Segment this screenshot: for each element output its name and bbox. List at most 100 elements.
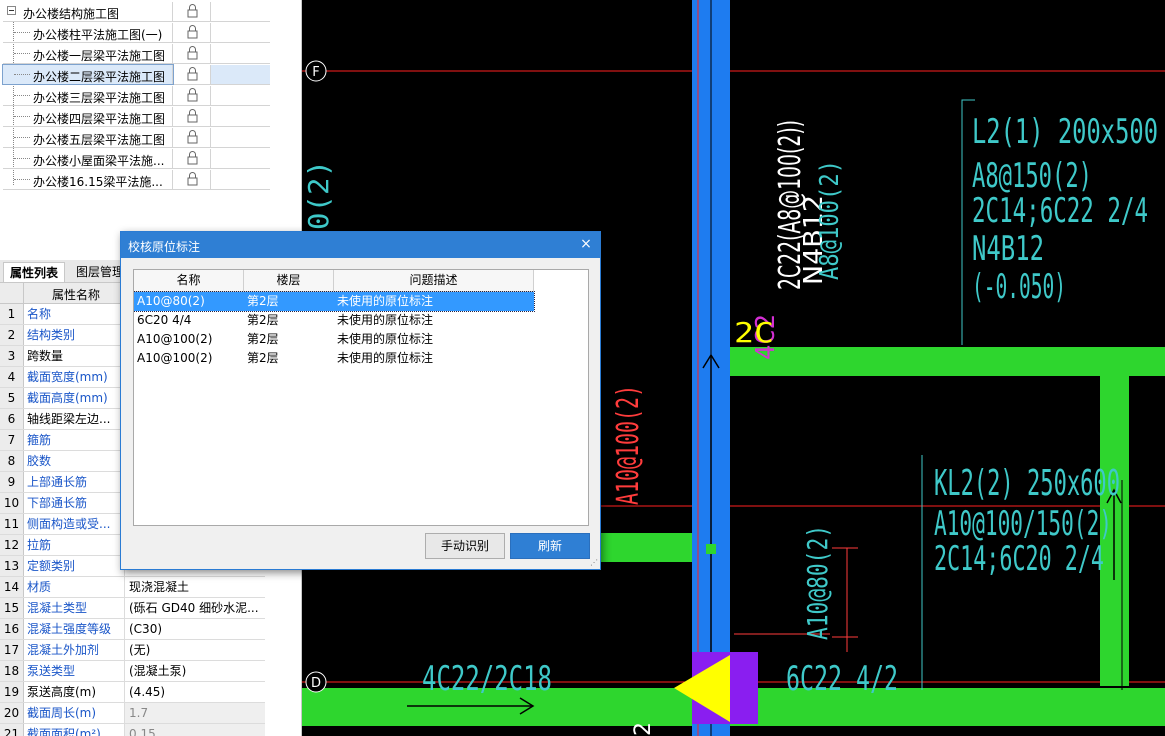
property-row[interactable]: 17 混凝土外加剂 (无): [0, 640, 265, 661]
lock-icon[interactable]: [173, 44, 211, 63]
tree-item[interactable]: 办公楼柱平法施工图(一): [3, 23, 270, 43]
property-value[interactable]: 0.15: [124, 724, 265, 736]
lock-icon[interactable]: [173, 2, 211, 21]
property-value[interactable]: (C30): [124, 619, 265, 639]
property-name: 结构类别: [27, 328, 76, 342]
property-name: 定额类别: [27, 559, 76, 573]
tree-item[interactable]: 办公楼四层梁平法施工图: [3, 107, 270, 127]
tree-item-label: 办公楼柱平法施工图(一): [33, 28, 163, 42]
column-header-name[interactable]: 名称: [134, 270, 244, 291]
property-name: 截面面积(m²): [27, 727, 101, 736]
tree-cell: [211, 86, 270, 105]
vertical-a10-80-text: A10@80(2): [801, 525, 834, 640]
property-row-number: 3: [0, 346, 24, 366]
property-row-number: 21: [0, 724, 24, 736]
property-row-number: 2: [0, 325, 24, 345]
property-row[interactable]: 20 截面周长(m) 1.7: [0, 703, 265, 724]
table-header: 名称 楼层 问题描述: [134, 270, 534, 292]
property-row[interactable]: 18 泵送类型 (混凝土泵): [0, 661, 265, 682]
tree-connector: [14, 158, 30, 159]
table-row[interactable]: A10@80(2) 第2层 未使用的原位标注: [134, 291, 535, 312]
property-name: 轴线距梁左边...: [27, 412, 111, 426]
tree-item[interactable]: 办公楼小屋面梁平法施...: [3, 149, 270, 169]
tree-item-name: 办公楼小屋面梁平法施...: [3, 149, 173, 168]
column-header-floor[interactable]: 楼层: [244, 270, 334, 291]
lock-icon[interactable]: [173, 170, 211, 189]
property-name: 上部通长筋: [27, 475, 88, 489]
property-value[interactable]: 1.7: [124, 703, 265, 723]
tree-item[interactable]: 办公楼五层梁平法施工图: [3, 128, 270, 148]
lock-icon[interactable]: [173, 23, 211, 42]
property-row-number: 10: [0, 493, 24, 513]
property-row[interactable]: 14 材质 现浇混凝土: [0, 577, 265, 598]
resize-grip-icon[interactable]: ⋰: [590, 559, 598, 567]
property-value[interactable]: (无): [124, 640, 265, 660]
lock-icon[interactable]: [173, 65, 211, 84]
overlap-text-2c: 2C: [734, 316, 774, 349]
bottom-cut-text: 2: [631, 722, 656, 736]
tree-item-name: 办公楼柱平法施工图(一): [3, 23, 173, 42]
tree-item-label: 办公楼二层梁平法施工图: [33, 70, 166, 84]
table-row[interactable]: 6C20 4/4 第2层 未使用的原位标注: [134, 311, 534, 330]
property-row-number: 16: [0, 619, 24, 639]
property-row-number: 15: [0, 598, 24, 618]
property-row[interactable]: 21 截面面积(m²) 0.15: [0, 724, 265, 736]
column-header-desc[interactable]: 问题描述: [334, 270, 534, 291]
property-name: 跨数量: [27, 349, 64, 363]
property-name: 箍筋: [27, 433, 52, 447]
tree-connector: [14, 95, 30, 96]
property-name: 截面宽度(mm): [27, 370, 108, 384]
property-row[interactable]: 19 泵送高度(m) (4.45): [0, 682, 265, 703]
lock-icon[interactable]: [173, 128, 211, 147]
l2-text-2: A8@150(2): [972, 156, 1092, 196]
tree-connector: [14, 53, 30, 54]
cell-floor: 第2层: [247, 294, 279, 308]
property-name: 截面高度(mm): [27, 391, 108, 405]
refresh-button[interactable]: 刷新: [510, 533, 590, 559]
property-value[interactable]: (砾石 GD40 细砂水泥...: [124, 598, 265, 618]
cell-floor: 第2层: [247, 313, 279, 327]
manual-identify-button[interactable]: 手动识别: [425, 533, 505, 559]
tree-item-label: 办公楼小屋面梁平法施...: [33, 154, 165, 168]
property-row-number: 12: [0, 535, 24, 555]
dialog-title: 校核原位标注: [128, 240, 201, 254]
tree-item[interactable]: 办公楼一层梁平法施工图: [3, 44, 270, 64]
property-name: 胶数: [27, 454, 52, 468]
close-icon[interactable]: ×: [578, 236, 594, 252]
beam-upper: [730, 347, 1165, 376]
property-name: 混凝土强度等级: [27, 622, 112, 636]
property-value[interactable]: (4.45): [124, 682, 265, 702]
tree-item[interactable]: 办公楼二层梁平法施工图: [2, 64, 270, 85]
property-name: 混凝土类型: [27, 601, 88, 615]
cell-desc: 未使用的原位标注: [337, 332, 434, 346]
dialog-titlebar[interactable]: 校核原位标注 ×: [121, 232, 600, 258]
axis-label-d: D: [311, 676, 321, 691]
property-row[interactable]: 16 混凝土强度等级 (C30): [0, 619, 265, 640]
table-row[interactable]: A10@100(2) 第2层 未使用的原位标注: [134, 349, 534, 368]
property-name: 名称: [27, 307, 52, 321]
tree-item-name: 办公楼四层梁平法施工图: [3, 107, 173, 126]
tree-root-row[interactable]: 办公楼结构施工图: [3, 2, 270, 22]
tree-item-label: 办公楼16.15梁平法施...: [33, 175, 163, 189]
tab-property-list[interactable]: 属性列表: [3, 262, 66, 282]
cell-name: A10@100(2): [137, 332, 213, 346]
property-row-number: 5: [0, 388, 24, 408]
collapse-icon[interactable]: [7, 6, 16, 15]
property-value[interactable]: (混凝土泵): [124, 661, 265, 681]
tree-cell: [211, 170, 270, 189]
table-row[interactable]: A10@100(2) 第2层 未使用的原位标注: [134, 330, 534, 349]
tree-item-label: 办公楼三层梁平法施工图: [33, 91, 166, 105]
property-name: 材质: [27, 580, 52, 594]
property-row[interactable]: 15 混凝土类型 (砾石 GD40 细砂水泥...: [0, 598, 265, 619]
tree-cell: [211, 128, 270, 147]
property-value[interactable]: 现浇混凝土: [124, 577, 265, 597]
tree-item[interactable]: 办公楼16.15梁平法施...: [3, 170, 270, 190]
tree-item[interactable]: 办公楼三层梁平法施工图: [3, 86, 270, 106]
lock-icon[interactable]: [173, 149, 211, 168]
lock-icon[interactable]: [173, 86, 211, 105]
tree-item-name: 办公楼五层梁平法施工图: [3, 128, 173, 147]
grip-square[interactable]: [706, 544, 716, 554]
axis-label-f: F: [312, 65, 319, 80]
tree-item-name: 办公楼一层梁平法施工图: [3, 44, 173, 63]
lock-icon[interactable]: [173, 107, 211, 126]
